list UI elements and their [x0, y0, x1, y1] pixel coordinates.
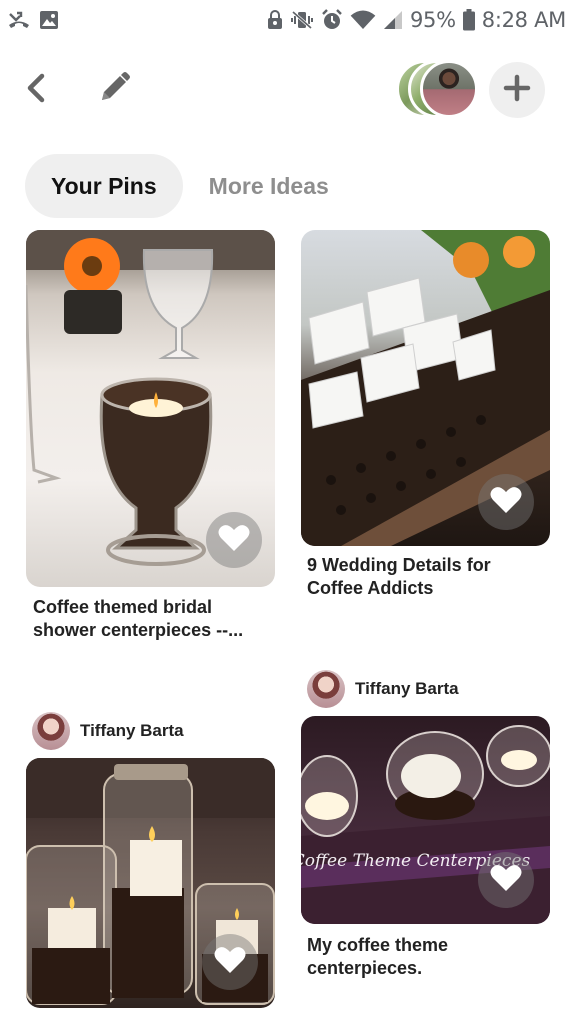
clock: 8:28 AM [481, 8, 567, 32]
pin-card[interactable] [26, 758, 275, 1024]
pin-title[interactable]: 9 Wedding Details for Coffee Addicts [307, 554, 543, 600]
save-pin-button[interactable] [478, 474, 534, 530]
pin-title[interactable]: My coffee theme centerpieces. [307, 934, 543, 980]
heart-icon [490, 486, 522, 519]
collaborators[interactable] [396, 60, 486, 120]
pencil-icon [97, 71, 131, 110]
lock-icon [267, 10, 283, 30]
save-pin-button[interactable] [478, 852, 534, 908]
heart-icon [490, 864, 522, 897]
collaborator-avatar [420, 60, 478, 118]
vibrate-icon [290, 10, 314, 30]
pin-card[interactable]: Coffee themed bridal shower centerpieces… [26, 230, 275, 650]
pin-author[interactable]: Tiffany Barta [307, 670, 459, 708]
signal-icon [383, 10, 403, 30]
board-toolbar [0, 56, 576, 124]
missed-call-icon [8, 10, 30, 30]
pin-title[interactable]: Coffee themed bridal shower centerpieces… [33, 596, 269, 642]
edit-board-button[interactable] [94, 70, 134, 110]
image-icon [39, 10, 59, 30]
back-button[interactable] [18, 70, 54, 110]
author-name: Tiffany Barta [80, 721, 184, 740]
chevron-left-icon [24, 72, 48, 109]
save-pin-button[interactable] [206, 512, 262, 568]
battery-percent: 95% [410, 8, 456, 32]
heart-icon [214, 946, 246, 979]
battery-icon [462, 9, 475, 31]
heart-icon [218, 524, 250, 557]
author-name: Tiffany Barta [355, 679, 459, 698]
pin-card[interactable]: Coffee Theme Centerpieces My coffee them… [301, 716, 550, 986]
pin-author[interactable]: Tiffany Barta [32, 712, 184, 750]
pin-feed[interactable]: Coffee themed bridal shower centerpieces… [0, 230, 576, 1024]
author-avatar [32, 712, 70, 750]
save-pin-button[interactable] [202, 934, 258, 990]
pin-card[interactable]: 9 Wedding Details for Coffee Addicts [301, 230, 550, 610]
board-tabs: Your Pins More Ideas [25, 154, 329, 218]
wifi-icon [350, 10, 376, 30]
author-avatar [307, 670, 345, 708]
alarm-icon [321, 9, 343, 31]
add-collaborator-button[interactable] [489, 62, 545, 118]
tab-more-ideas[interactable]: More Ideas [209, 154, 329, 218]
plus-icon [503, 74, 531, 107]
status-bar: 95% 8:28 AM [0, 0, 576, 40]
tab-your-pins[interactable]: Your Pins [25, 154, 183, 218]
